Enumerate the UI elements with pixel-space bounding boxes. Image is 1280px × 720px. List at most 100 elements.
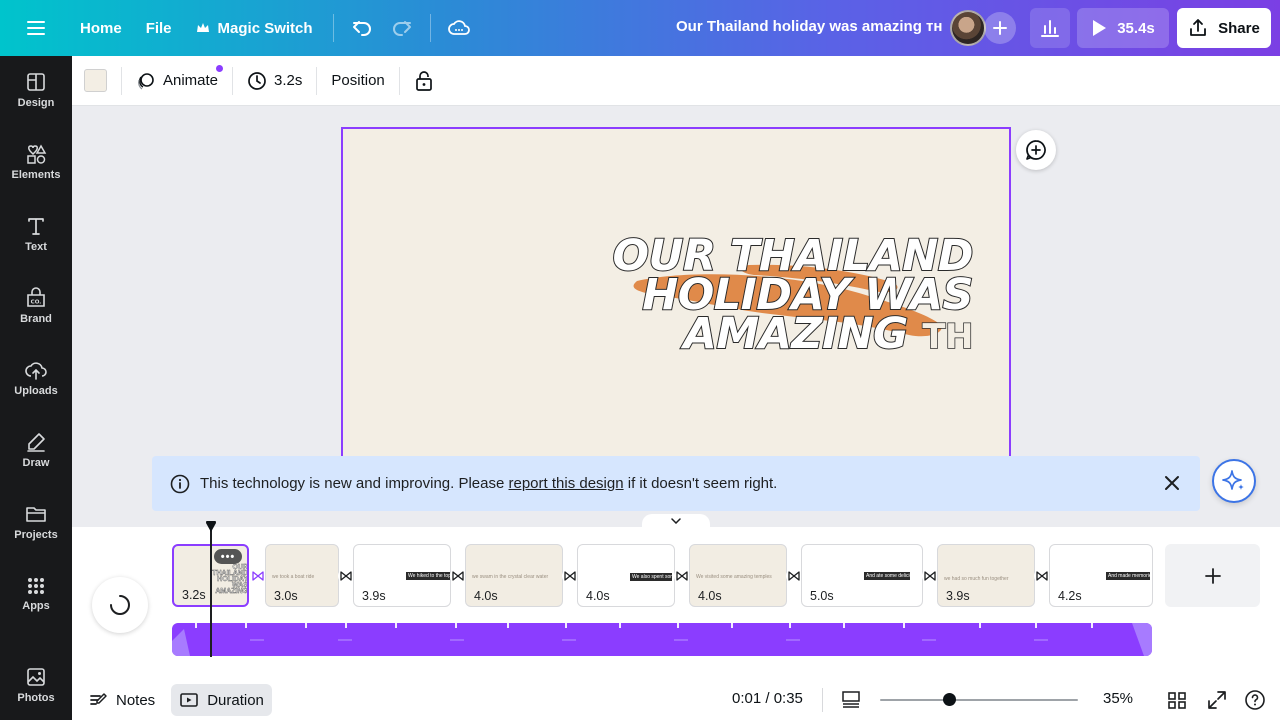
grid-view-button[interactable]: [1166, 689, 1188, 711]
left-sidebar: Design Elements Text CO. Brand Uploads D…: [0, 56, 72, 720]
magic-switch-label: Magic Switch: [217, 19, 313, 37]
home-button[interactable]: Home: [68, 8, 134, 48]
sidebar-item-photos[interactable]: Photos: [0, 653, 72, 717]
divider: [429, 14, 431, 42]
sidebar-item-elements[interactable]: Elements: [0, 130, 72, 194]
plus-icon: [1204, 567, 1221, 584]
transition-icon[interactable]: [562, 568, 578, 584]
magic-switch-button[interactable]: Magic Switch: [184, 8, 325, 48]
sidebar-item-uploads[interactable]: Uploads: [0, 346, 72, 410]
cloud-sync-icon[interactable]: [439, 8, 479, 48]
menu-icon[interactable]: [16, 8, 56, 48]
avatar[interactable]: [950, 10, 986, 46]
sidebar-item-label: Draw: [22, 457, 50, 469]
share-icon: [1190, 19, 1207, 36]
page-clip-9[interactable]: And made memories that will last a lifet…: [1049, 544, 1153, 607]
page-clip-6[interactable]: We visited some amazing temples 4.0s: [689, 544, 787, 607]
transition-icon[interactable]: [1034, 568, 1050, 584]
clip-more-options-button[interactable]: •••: [214, 549, 242, 564]
uploads-icon: [25, 362, 47, 380]
zoom-slider-handle[interactable]: [943, 693, 956, 706]
duration-toggle-button[interactable]: Duration: [171, 684, 272, 716]
headline-suffix: TH: [922, 317, 975, 358]
transition-icon[interactable]: [922, 568, 938, 584]
ai-notice-banner: This technology is new and improving. Pl…: [152, 456, 1200, 511]
sidebar-item-label: Brand: [20, 313, 52, 325]
zoom-percentage[interactable]: 35%: [1103, 690, 1133, 707]
elements-icon: [27, 144, 47, 164]
page-clip-5[interactable]: We also spent some time at the market 4.…: [577, 544, 675, 607]
audio-track[interactable]: [172, 623, 1152, 656]
headline-text[interactable]: OUR THAILAND HOLIDAY WAS AMAZING TH: [611, 234, 975, 358]
close-icon[interactable]: [1160, 471, 1184, 495]
clip-duration: 3.9s: [362, 589, 386, 603]
info-icon: [170, 474, 190, 493]
page-clip-3[interactable]: We hiked to the top of the mountain 3.9s: [353, 544, 451, 607]
clip-caption: OUR THAILAND HOLIDAY WAS AMAZING: [212, 564, 248, 595]
document-title[interactable]: Our Thailand holiday was amazing ᴛʜ: [676, 18, 942, 35]
clip-caption: We visited some amazing temples: [696, 574, 772, 580]
insights-button[interactable]: [1030, 8, 1070, 48]
add-page-button[interactable]: [1165, 544, 1260, 607]
transition-icon[interactable]: [250, 568, 266, 584]
transition-icon[interactable]: [450, 568, 466, 584]
page-clip-2[interactable]: we took a boat ride 3.0s: [265, 544, 339, 607]
add-collaborator-button[interactable]: [984, 12, 1016, 44]
file-menu-button[interactable]: File: [134, 8, 184, 48]
position-button[interactable]: Position: [323, 64, 392, 98]
sidebar-item-projects[interactable]: Projects: [0, 490, 72, 554]
undo-icon[interactable]: [342, 8, 382, 48]
clip-duration: 5.0s: [810, 589, 834, 603]
sidebar-item-draw[interactable]: Draw: [0, 418, 72, 482]
notes-button[interactable]: Notes: [80, 684, 163, 716]
transition-icon[interactable]: [674, 568, 690, 584]
help-button[interactable]: [1244, 689, 1266, 711]
draw-icon: [27, 433, 45, 452]
present-play-button[interactable]: 35.4s: [1077, 8, 1169, 48]
page-clip-4[interactable]: we swam in the crystal clear water 4.0s: [465, 544, 563, 607]
page-view-icon: [842, 691, 860, 708]
comment-plus-icon: [1026, 140, 1046, 160]
sidebar-item-design[interactable]: Design: [0, 58, 72, 122]
lock-button[interactable]: [406, 64, 442, 98]
design-canvas[interactable]: OUR THAILAND HOLIDAY WAS AMAZING TH: [341, 127, 1011, 487]
animate-button[interactable]: Animate: [128, 64, 226, 98]
page-view-button[interactable]: [840, 689, 862, 711]
clip-caption: we took a boat ride: [272, 574, 315, 580]
clip-caption: And ate some delicious food: [864, 572, 910, 580]
sidebar-item-apps[interactable]: Apps: [0, 562, 72, 626]
playhead-handle-icon[interactable]: [205, 521, 217, 533]
divider: [121, 66, 122, 95]
background-color-swatch[interactable]: [84, 69, 107, 92]
collapse-timeline-button[interactable]: [642, 514, 710, 528]
chevron-down-icon: [671, 518, 681, 524]
top-bar: Home File Magic Switch Our Thailand holi…: [0, 0, 1280, 56]
design-icon: [27, 73, 45, 91]
new-badge-dot: [216, 64, 224, 72]
bar-chart-icon: [1041, 20, 1059, 37]
duration-toggle-label: Duration: [207, 691, 264, 709]
page-clip-8[interactable]: we had so much fun together 3.9s: [937, 544, 1035, 607]
share-button[interactable]: Share: [1177, 8, 1271, 48]
play-icon: [1093, 20, 1107, 36]
zoom-slider[interactable]: [880, 693, 1078, 706]
notice-text-before: This technology is new and improving. Pl…: [200, 475, 509, 492]
unlock-icon: [415, 70, 432, 91]
duration-button[interactable]: 3.2s: [239, 64, 310, 98]
sidebar-item-brand[interactable]: CO. Brand: [0, 274, 72, 338]
divider: [316, 66, 318, 95]
transition-icon[interactable]: [786, 568, 802, 584]
context-toolbar: Animate 3.2s Position: [72, 56, 1280, 106]
fullscreen-button[interactable]: [1206, 689, 1228, 711]
redo-icon[interactable]: [382, 8, 422, 48]
sidebar-item-label: Apps: [22, 600, 50, 612]
page-clip-7[interactable]: And ate some delicious food 5.0s: [801, 544, 923, 607]
playhead[interactable]: [210, 521, 212, 657]
loading-spinner: [92, 577, 148, 633]
magic-assistant-button[interactable]: [1212, 459, 1256, 503]
transition-icon[interactable]: [338, 568, 354, 584]
share-label: Share: [1218, 19, 1260, 37]
add-comment-button[interactable]: [1016, 130, 1056, 170]
report-design-link[interactable]: report this design: [509, 475, 624, 492]
sidebar-item-text[interactable]: Text: [0, 202, 72, 266]
